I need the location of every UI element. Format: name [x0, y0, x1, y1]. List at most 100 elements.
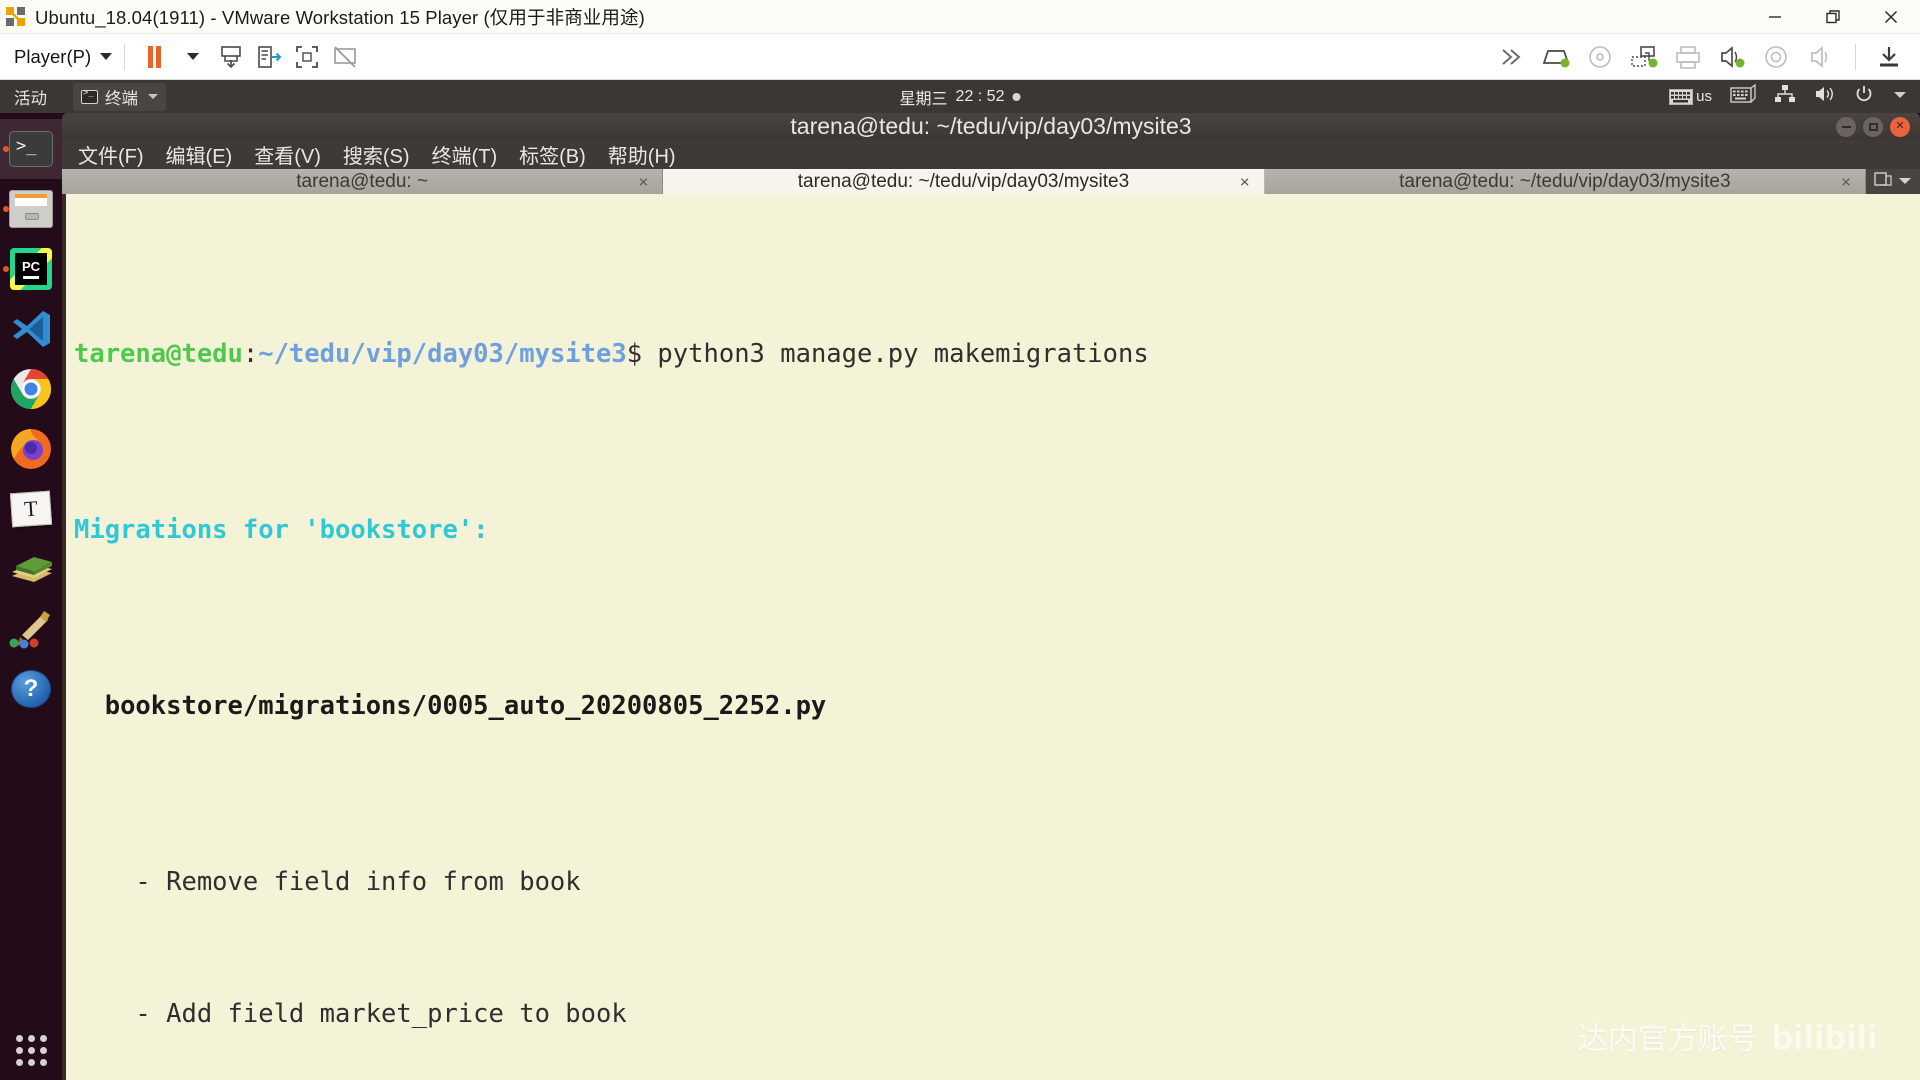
unity-mode-icon[interactable]	[251, 39, 287, 75]
cd-dvd-icon[interactable]	[1579, 39, 1621, 75]
dock-item-paint[interactable]	[0, 599, 62, 659]
chrome-icon	[10, 368, 52, 410]
keyboard-layout-label: us	[1696, 88, 1712, 105]
menu-edit[interactable]: 编辑(E)	[166, 140, 233, 169]
clock-time: 22 : 52	[956, 88, 1005, 106]
book-icon	[8, 552, 54, 586]
ubuntu-topbar: 活动 终端 星期三 22 : 52	[0, 80, 1920, 113]
harddisk-icon[interactable]	[1535, 39, 1577, 75]
dock-item-dictionary[interactable]	[0, 539, 62, 599]
app-menu-button[interactable]: 终端	[73, 83, 166, 111]
terminal-tab-3-label: tarena@tedu: ~/tedu/vip/day03/mysite3	[1399, 171, 1730, 193]
printer-icon[interactable]	[1667, 39, 1709, 75]
terminal-line-3: bookstore/migrations/0005_auto_20200805_…	[74, 684, 1920, 728]
terminal-titlebar: tarena@tedu: ~/tedu/vip/day03/mysite3 ✕	[62, 113, 1920, 140]
vmware-window-controls	[1746, 0, 1920, 34]
ubuntu-dock: >_ PC	[0, 113, 62, 1080]
terminal-line-1: tarena@tedu:~/tedu/vip/day03/mysite3$ py…	[74, 332, 1920, 376]
terminal-icon	[81, 90, 98, 104]
detach-display-icon[interactable]	[327, 39, 363, 75]
terminal-heading-migrations-for: Migrations for 'bookstore':	[74, 515, 489, 545]
prompt-user: tarena@tedu	[74, 339, 243, 369]
terminal-tab-1[interactable]: tarena@tedu: ~ ×	[62, 169, 663, 194]
show-applications-button[interactable]	[0, 1035, 62, 1066]
fullscreen-icon[interactable]	[289, 39, 325, 75]
speaker-icon[interactable]	[1711, 39, 1753, 75]
volume-icon[interactable]	[1814, 84, 1836, 109]
pause-dropdown-caret-down-icon[interactable]	[175, 39, 211, 75]
download-icon[interactable]	[1868, 39, 1910, 75]
dock-item-chrome[interactable]	[0, 359, 62, 419]
dock-item-pycharm[interactable]: PC	[0, 239, 62, 299]
chevrons-right-icon[interactable]	[1491, 39, 1533, 75]
close-button[interactable]	[1862, 0, 1920, 34]
terminal-menubar: 文件(F) 编辑(E) 查看(V) 搜索(S) 终端(T) 标签(B) 帮助(H…	[62, 140, 1920, 169]
terminal-command-1: python3 manage.py makemigrations	[642, 339, 1149, 369]
prompt-path: ~/tedu/vip/day03/mysite3	[258, 339, 626, 369]
terminal-icon: >_	[9, 131, 53, 167]
terminal-tab-1-close-icon[interactable]: ×	[638, 173, 648, 190]
activities-button[interactable]: 活动	[14, 85, 47, 109]
help-icon: ?	[11, 670, 51, 708]
keyboard-layout-indicator[interactable]: us	[1669, 88, 1712, 105]
ubuntu-desktop: 活动 终端 星期三 22 : 52	[0, 80, 1920, 1080]
caret-down-icon	[100, 53, 112, 60]
clock-button[interactable]: 星期三 22 : 52	[900, 85, 1021, 109]
dock-item-vscode[interactable]	[0, 299, 62, 359]
menu-file[interactable]: 文件(F)	[78, 140, 144, 169]
terminal-tab-3-close-icon[interactable]: ×	[1841, 173, 1851, 190]
terminal-window: tarena@tedu: ~/tedu/vip/day03/mysite3 ✕ …	[62, 113, 1920, 1080]
caret-down-icon[interactable]	[1892, 87, 1908, 106]
dock-item-files[interactable]	[0, 179, 62, 239]
terminal-output-area[interactable]: tarena@tedu:~/tedu/vip/day03/mysite3$ py…	[62, 194, 1920, 1080]
terminal-tab-2[interactable]: tarena@tedu: ~/tedu/vip/day03/mysite3 ×	[663, 169, 1264, 194]
text-editor-icon: T	[10, 491, 52, 528]
terminal-maximize-button[interactable]	[1863, 117, 1883, 137]
menu-view[interactable]: 查看(V)	[254, 140, 321, 169]
vmware-device-toolbar	[1491, 34, 1912, 80]
new-tab-icon[interactable]	[1873, 169, 1893, 194]
network-icon[interactable]	[1623, 39, 1665, 75]
terminal-tab-2-label: tarena@tedu: ~/tedu/vip/day03/mysite3	[798, 171, 1129, 193]
toolbar-divider	[124, 44, 125, 70]
pause-icon[interactable]	[137, 39, 173, 75]
vmware-toolbar: Player(P)	[0, 34, 1920, 80]
screen: Ubuntu_18.04(1911) - VMware Workstation …	[0, 0, 1920, 1080]
firefox-icon	[10, 428, 52, 470]
terminal-tab-3[interactable]: tarena@tedu: ~/tedu/vip/day03/mysite3 ×	[1265, 169, 1866, 194]
terminal-tabbar: tarena@tedu: ~ × tarena@tedu: ~/tedu/vip…	[62, 169, 1920, 194]
terminal-close-button[interactable]: ✕	[1890, 117, 1910, 137]
dock-item-text-editor[interactable]: T	[0, 479, 62, 539]
dock-item-firefox[interactable]	[0, 419, 62, 479]
terminal-op-add-market-price: - Add field market_price to book	[74, 999, 627, 1029]
onscreen-keyboard-icon[interactable]	[1730, 84, 1756, 109]
terminal-migration-filename: bookstore/migrations/0005_auto_20200805_…	[105, 691, 827, 721]
terminal-tab-2-close-icon[interactable]: ×	[1240, 173, 1250, 190]
caret-down-icon[interactable]	[1898, 173, 1912, 191]
keyboard-layout-icon	[1669, 89, 1693, 105]
vscode-icon	[9, 308, 53, 350]
dock-item-terminal[interactable]: >_	[0, 119, 62, 179]
player-menu-label: Player(P)	[14, 46, 91, 68]
menu-terminal[interactable]: 终端(T)	[432, 140, 498, 169]
camera-icon[interactable]	[1755, 39, 1797, 75]
menu-help[interactable]: 帮助(H)	[608, 140, 676, 169]
terminal-tabbar-buttons	[1866, 169, 1920, 194]
terminal-text: tarena@tedu:~/tedu/vip/day03/mysite3$ py…	[74, 200, 1920, 1080]
vmware-titlebar: Ubuntu_18.04(1911) - VMware Workstation …	[0, 0, 1920, 34]
terminal-line-4: - Remove field info from book	[74, 860, 1920, 904]
volume-icon[interactable]	[1799, 39, 1841, 75]
terminal-line-5: - Add field market_price to book	[74, 992, 1920, 1036]
menu-search[interactable]: 搜索(S)	[343, 140, 410, 169]
player-menu-button[interactable]: Player(P)	[14, 46, 112, 68]
menu-tabs[interactable]: 标签(B)	[519, 140, 586, 169]
network-wired-icon[interactable]	[1774, 84, 1796, 109]
minimize-button[interactable]	[1746, 0, 1804, 34]
clock-day: 星期三	[900, 85, 948, 109]
terminal-minimize-button[interactable]	[1836, 117, 1856, 137]
power-icon[interactable]	[1854, 84, 1874, 109]
dock-item-help[interactable]: ?	[0, 659, 62, 719]
restore-button[interactable]	[1804, 0, 1862, 34]
send-key-icon[interactable]	[213, 39, 249, 75]
files-icon	[9, 190, 53, 228]
